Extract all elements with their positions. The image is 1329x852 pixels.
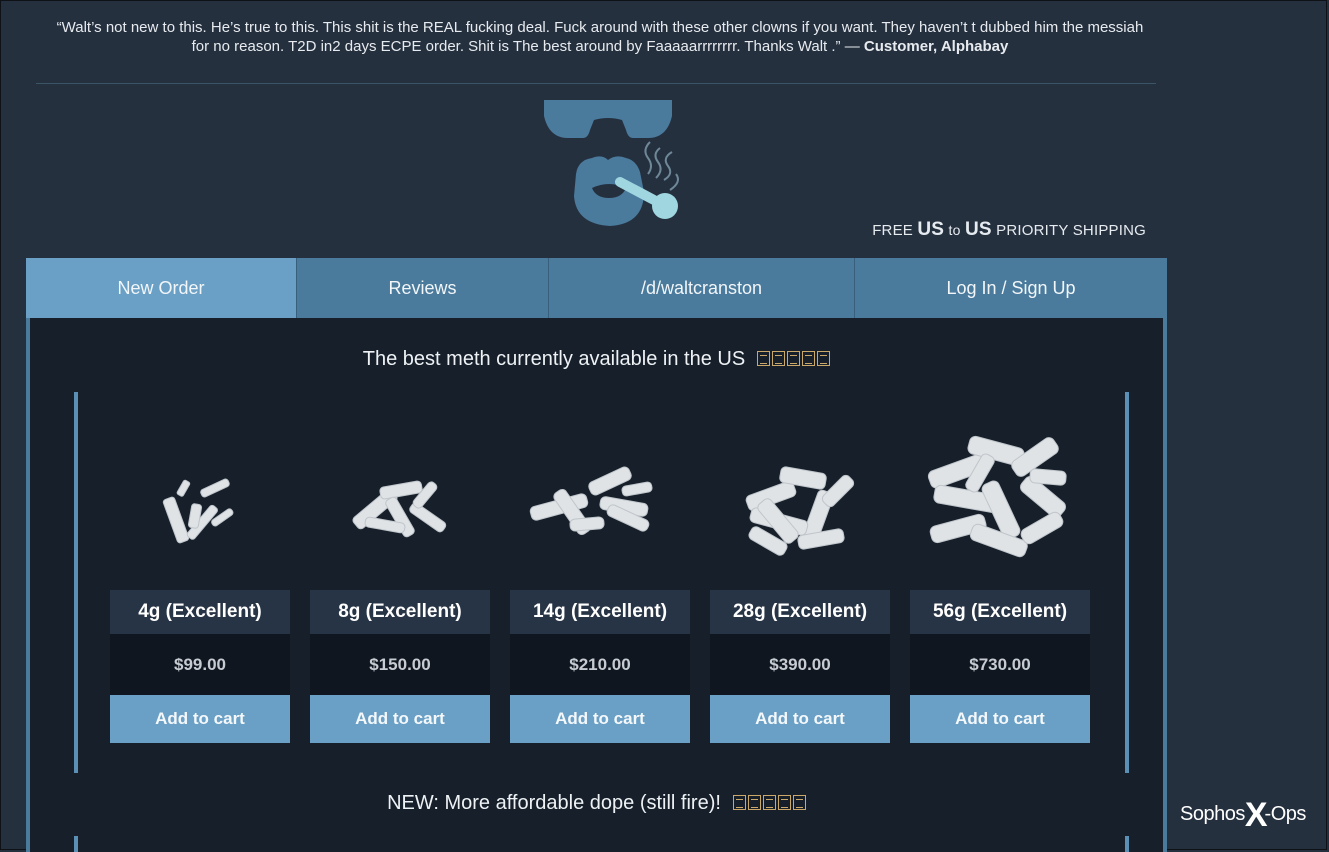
section-subheading-text: NEW: More affordable dope (still fire)! — [387, 792, 721, 814]
shipping-banner: FREE US to US PRIORITY SHIPPING — [872, 219, 1146, 241]
tab-new-order[interactable]: New Order — [26, 258, 297, 318]
product-title: 8g (Excellent) — [310, 590, 490, 634]
main-content: The best meth currently available in the… — [26, 318, 1167, 852]
add-to-cart-button[interactable]: Add to cart — [710, 695, 890, 743]
product-image — [529, 466, 653, 536]
section-heading: The best meth currently available in the… — [30, 348, 1163, 371]
sophos-xops-watermark: SophosX-Ops — [1180, 796, 1306, 834]
tab-dread-profile[interactable]: /d/waltcranston — [549, 258, 855, 318]
product-title: 4g (Excellent) — [110, 590, 290, 634]
shipping-priority: PRIORITY SHIPPING — [996, 222, 1146, 239]
product-panel: 4g (Excellent) $99.00 Add to cart 8g (Ex… — [74, 392, 1129, 773]
product-price: $150.00 — [310, 634, 490, 695]
product-price: $390.00 — [710, 634, 890, 695]
shipping-us-from: US — [917, 219, 945, 240]
add-to-cart-button[interactable]: Add to cart — [910, 695, 1090, 743]
heisenberg-logo — [544, 100, 679, 226]
main-nav: New Order Reviews /d/waltcranston Log In… — [26, 258, 1167, 318]
add-to-cart-button[interactable]: Add to cart — [510, 695, 690, 743]
add-to-cart-button[interactable]: Add to cart — [310, 695, 490, 743]
product-image — [927, 435, 1067, 558]
shipping-to: to — [948, 222, 961, 238]
tab-reviews[interactable]: Reviews — [297, 258, 549, 318]
product-title: 28g (Excellent) — [710, 590, 890, 634]
product-image — [352, 480, 447, 538]
tab-login-signup[interactable]: Log In / Sign Up — [855, 258, 1167, 318]
product-price: $730.00 — [910, 634, 1090, 695]
flag-emojis — [731, 792, 806, 814]
customer-quote: “Walt’s not new to this. He’s true to th… — [50, 18, 1150, 56]
section-heading-text: The best meth currently available in the… — [362, 348, 746, 370]
quote-author: Customer, Alphabay — [863, 38, 1009, 55]
shipping-free: FREE — [872, 222, 913, 239]
us-flag-emojis — [755, 348, 831, 370]
add-to-cart-button[interactable]: Add to cart — [110, 695, 290, 743]
product-title: 14g (Excellent) — [510, 590, 690, 634]
product-price: $99.00 — [110, 634, 290, 695]
shipping-us-to: US — [965, 219, 992, 240]
product-title: 56g (Excellent) — [910, 590, 1090, 634]
product-image — [162, 478, 234, 544]
product-image — [745, 466, 855, 556]
divider — [36, 83, 1156, 84]
section-subheading: NEW: More affordable dope (still fire)! — [30, 792, 1163, 815]
product-panel-2 — [74, 836, 1129, 852]
product-price: $210.00 — [510, 634, 690, 695]
